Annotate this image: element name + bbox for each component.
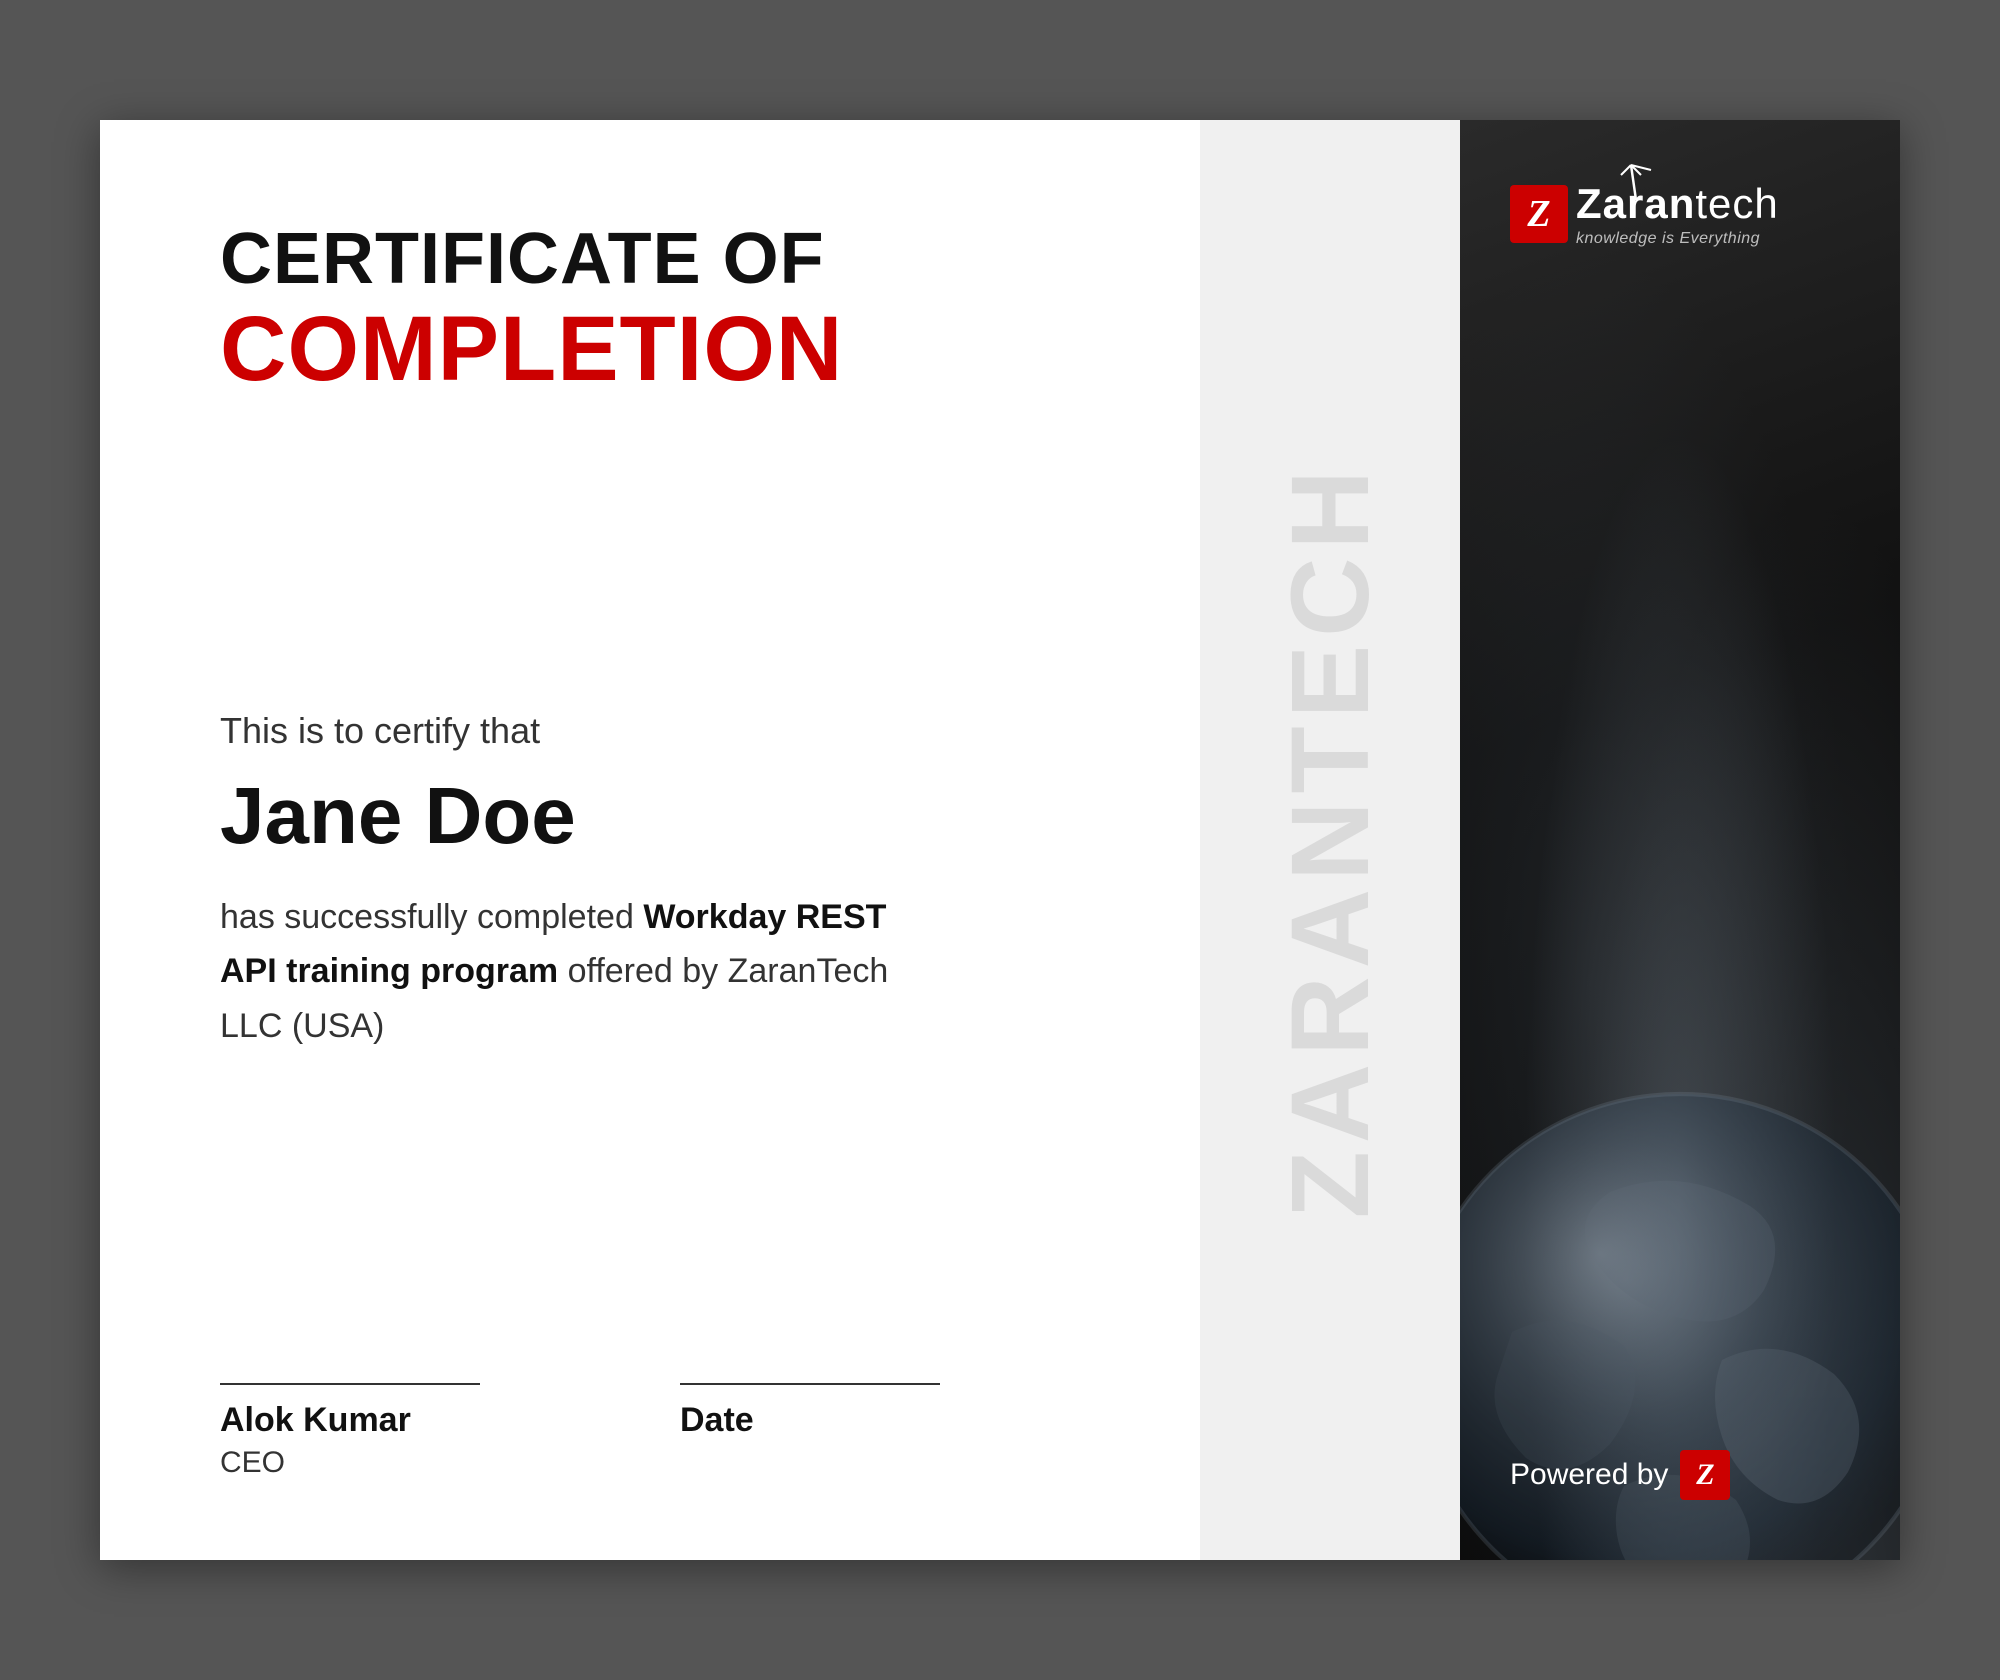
cert-footer: Alok Kumar CEO Date: [220, 1383, 1080, 1480]
cert-powered-text: Powered by: [1510, 1458, 1668, 1492]
cert-logo-tagline: knowledge is Everything: [1576, 230, 1779, 248]
cert-signer-name: Alok Kumar: [220, 1401, 480, 1440]
cert-certify-text: This is to certify that: [220, 710, 1080, 752]
cert-signature-line: [220, 1383, 480, 1385]
cert-title-completion: COMPLETION: [220, 299, 1080, 400]
cert-left-panel: CERTIFICATE OF COMPLETION This is to cer…: [100, 120, 1200, 1560]
cert-logo-name-group: Zarantech knowledge is Everything: [1576, 180, 1779, 248]
cert-watermark: ZARANTECH: [1267, 462, 1394, 1218]
cert-middle-panel: ZARANTECH: [1200, 120, 1460, 1560]
cert-powered-z-icon: Z: [1696, 1458, 1714, 1492]
cert-signer-title: CEO: [220, 1446, 480, 1480]
cert-recipient-name: Jane Doe: [220, 772, 1080, 860]
cert-logo-box: Z Zarantech: [1510, 180, 1779, 248]
cert-logo-zaran: Zaran: [1576, 180, 1695, 227]
cert-signature-block: Alok Kumar CEO: [220, 1383, 480, 1480]
cert-desc-prefix: has successfully completed: [220, 898, 643, 936]
cert-powered-section: Powered by Z: [1510, 1450, 1730, 1500]
cert-logo-tech: tech: [1695, 180, 1778, 227]
cert-logo-name: Zarantech: [1576, 180, 1779, 228]
cert-date-label: Date: [680, 1401, 940, 1440]
cert-powered-z-box: Z: [1680, 1450, 1730, 1500]
certificate-wrapper: CERTIFICATE OF COMPLETION This is to cer…: [100, 120, 1900, 1560]
cert-logo: Z Zarantech: [1510, 180, 1779, 248]
cert-description: has successfully completed Workday REST …: [220, 890, 920, 1053]
cert-title-of: CERTIFICATE OF: [220, 220, 1080, 299]
cert-right-panel: Z Zarantech: [1460, 120, 1900, 1560]
cert-logo-red-square: Z: [1510, 185, 1568, 243]
cert-date-block: Date: [680, 1383, 940, 1440]
cert-date-line: [680, 1383, 940, 1385]
cert-body: This is to certify that Jane Doe has suc…: [220, 400, 1080, 1303]
cert-header: CERTIFICATE OF COMPLETION: [220, 220, 1080, 400]
cert-logo-z-icon: Z: [1527, 192, 1550, 236]
